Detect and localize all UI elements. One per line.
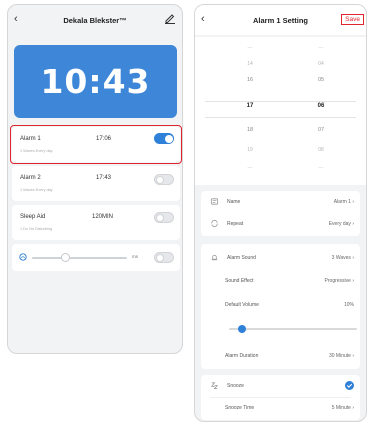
snooze-time-row[interactable]: Snooze Time 5 Minute › [201,397,360,419]
sound-effect-label: Sound Effect [225,278,254,284]
check-icon [346,383,353,388]
picker-hour: 16 [246,77,254,83]
sleep-aid-toggle[interactable] [154,212,174,223]
alarm-sound-value: 3 Waves › [331,255,354,261]
picker-row[interactable]: 17 06 [195,103,366,115]
picker-minute: 07 [317,127,325,133]
picker-row[interactable]: 16 05 [195,77,366,89]
volume-toggle[interactable] [154,252,174,263]
screen-title: Alarm 1 Setting [252,15,308,25]
picker-row[interactable]: 19 08 [195,147,366,159]
picker-row[interactable]: 18 07 [195,127,366,139]
picker-minute: 08 [318,147,324,153]
picker-divider [205,117,356,118]
alarm-1-highlight [10,125,182,164]
picker-hour: 19 [247,147,253,153]
sound-effect-value: Progressive › [324,278,354,284]
alarm-2-card[interactable]: Alarm 2 17:43 1 Waves Every day [12,166,180,201]
alarm-duration-value: 30 Minute › [328,353,354,359]
alarm-sound-row[interactable]: Alarm Sound 3 Waves › [201,247,360,269]
picker-row[interactable]: 14 04 [195,61,366,73]
alarm-subtitle: 1 Waves Every day [20,188,53,192]
snooze-row: Snooze [201,375,360,397]
tag-icon [210,198,219,205]
volume-card: ms [12,244,180,271]
save-button[interactable]: Save [341,14,364,25]
alarm-list-screen: ‹ Dekala Blekster™ 10:43 Alarm 1 17:06 1… [7,4,183,354]
sleep-aid-name: Sleep Aid [20,214,46,220]
sleep-aid-card[interactable]: Sleep Aid 120MIN 1 Do No Disturbing [12,205,180,240]
picker-hour: 14 [247,61,253,67]
default-volume-slider[interactable] [229,328,357,330]
nav-bar: ‹ Dekala Blekster™ [8,5,182,35]
nav-bar: ‹ Alarm 1 Setting Save [195,5,366,35]
bell-icon [211,254,218,261]
snooze-label: Snooze [227,383,244,389]
picker-hour: 18 [246,127,254,133]
name-row[interactable]: Name Alarm 1 › [201,191,360,213]
sleep-aid-duration: 120MIN [92,214,114,220]
name-repeat-group: Name Alarm 1 › Repeat Every day › [201,191,360,236]
alarm-time: 17:43 [96,175,112,181]
back-icon[interactable]: ‹ [14,13,18,25]
picker-minute: — [318,45,324,51]
sleep-aid-subtitle: 1 Do No Disturbing [20,227,53,231]
screen-title: Dekala Blekster™ [63,15,127,25]
default-volume-row: Default Volume 10% [201,294,360,316]
picker-minute: — [318,165,324,171]
name-value: Alarm 1 › [333,199,354,205]
volume-icon [19,253,27,261]
picker-divider [205,101,356,102]
time-picker[interactable]: — —14 04 16 05 17 06 18 07 19 08— — [195,37,366,185]
alarm-sound-label: Alarm Sound [227,255,256,261]
picker-minute: 04 [318,61,324,67]
snooze-icon [210,382,219,390]
picker-hour: 17 [246,103,254,109]
volume-slider-knob[interactable] [60,253,70,262]
repeat-label: Repeat [227,221,244,227]
back-icon[interactable]: ‹ [201,13,205,25]
alarm-duration-label: Alarm Duration [225,353,259,359]
picker-hour: — [247,45,253,51]
volume-slider[interactable] [32,256,127,259]
default-volume-label: Default Volume [225,302,259,308]
picker-row[interactable]: — — [195,45,366,57]
alarm-2-toggle[interactable] [154,174,174,185]
alarm-sound-group: Alarm Sound 3 Waves › Sound Effect Progr… [201,244,360,369]
picker-minute: 05 [317,77,325,83]
clock-display: 10:43 [14,45,177,118]
repeat-value: Every day › [328,221,354,227]
repeat-icon [211,219,218,228]
alarm-duration-row[interactable]: Alarm Duration 30 Minute › [201,345,360,367]
snooze-time-label: Snooze Time [225,405,255,411]
snooze-checkbox[interactable] [345,381,354,390]
picker-hour: — [247,165,253,171]
snooze-time-value: 5 Minute › [331,405,354,411]
picker-minute: 06 [317,103,325,109]
volume-label: ms [132,254,138,259]
name-label: Name [227,199,241,205]
snooze-group: Snooze Snooze Time 5 Minute › [201,375,360,420]
alarm-name: Alarm 2 [20,175,41,181]
edit-icon[interactable] [164,12,176,24]
picker-row[interactable]: — — [195,165,366,177]
repeat-row[interactable]: Repeat Every day › [201,213,360,235]
default-volume-value: 10% [343,302,354,308]
alarm-setting-screen: ‹ Alarm 1 Setting Save — —14 04 16 05 17 06 18 0… [194,4,367,422]
default-volume-slider-knob[interactable] [237,325,246,333]
sound-effect-row[interactable]: Sound Effect Progressive › [201,270,360,292]
